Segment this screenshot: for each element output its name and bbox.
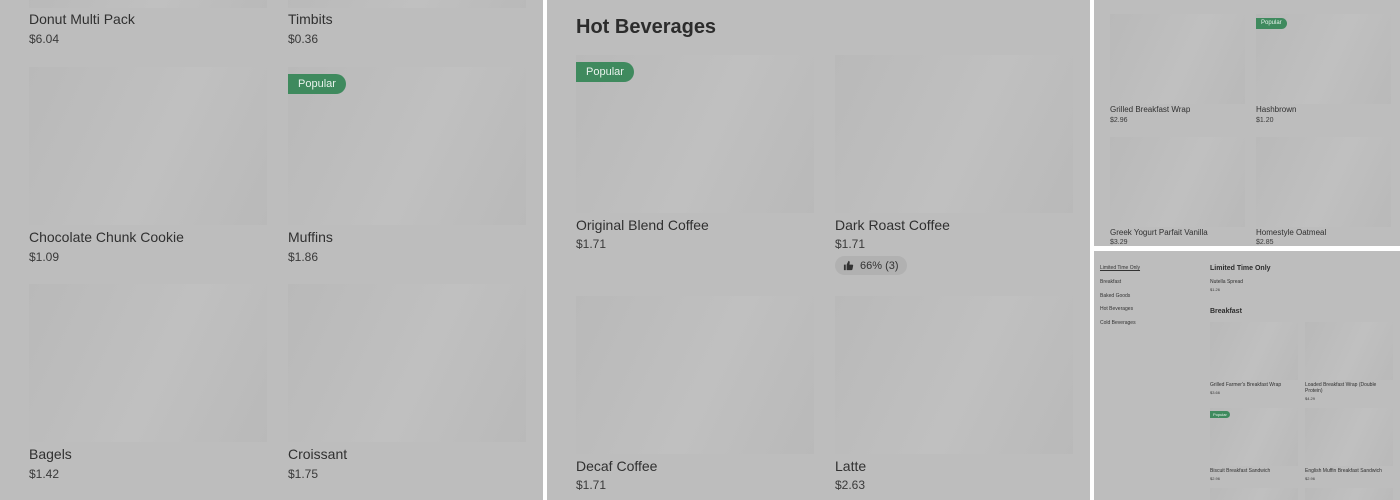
item-price: $3.66 — [1210, 390, 1221, 395]
item-name[interactable]: Decaf Coffee — [576, 458, 657, 474]
item-price: $1.42 — [29, 467, 60, 481]
rating-chip: 66% (3) — [835, 256, 907, 275]
item-name[interactable]: Muffins — [288, 229, 333, 245]
nav-item-hot-beverages[interactable]: Hot Beverages — [1100, 306, 1133, 312]
item-name[interactable]: Dark Roast Coffee — [835, 217, 950, 233]
popular-badge: Popular — [576, 62, 634, 82]
item-image[interactable] — [576, 296, 814, 454]
panel-baked-goods: Donut Multi Pack $6.04 Timbits $0.36 Cho… — [0, 0, 543, 500]
item-name[interactable]: Homestyle Oatmeal — [1256, 228, 1326, 237]
item-name[interactable]: Hashbrown — [1256, 105, 1296, 114]
item-name[interactable]: Grilled Farmer's Breakfast Wrap — [1210, 382, 1281, 388]
item-price: $2.96 — [1110, 117, 1128, 124]
section-heading: Hot Beverages — [576, 16, 717, 38]
item-name[interactable]: Bagels — [29, 446, 72, 462]
panel-hot-beverages: Hot Beverages Popular Original Blend Cof… — [547, 0, 1090, 500]
nav-item-cold-beverages[interactable]: Cold Beverages — [1100, 320, 1136, 326]
item-image[interactable] — [1110, 137, 1245, 227]
thumbs-up-icon — [843, 260, 854, 271]
item-price: $1.71 — [576, 237, 607, 251]
item-name[interactable]: Donut Multi Pack — [29, 11, 135, 27]
item-image[interactable] — [288, 284, 526, 442]
item-image[interactable] — [1210, 322, 1298, 380]
item-price: $3.29 — [1110, 239, 1128, 246]
item-name[interactable]: Loaded Breakfast Wrap (Double Protein) — [1305, 382, 1393, 394]
popular-badge: Popular — [288, 74, 346, 94]
item-name[interactable]: Timbits — [288, 11, 333, 27]
item-name[interactable]: Greek Yogurt Parfait Vanilla — [1110, 228, 1208, 237]
section-heading: Breakfast — [1210, 308, 1242, 315]
panel-breakfast-zoomed: Grilled Breakfast Wrap $2.96 Popular Has… — [1094, 0, 1400, 246]
nav-item-limited-time[interactable]: Limited Time Only — [1100, 265, 1140, 271]
item-price: $1.26 — [1210, 287, 1221, 292]
item-image[interactable] — [835, 296, 1073, 454]
item-price: $2.63 — [835, 478, 866, 492]
item-name[interactable]: Grilled Breakfast Wrap — [1110, 105, 1190, 114]
item-price: $1.09 — [29, 250, 60, 264]
item-price: $1.86 — [288, 250, 319, 264]
item-name[interactable]: Chocolate Chunk Cookie — [29, 229, 184, 245]
popular-badge: Popular — [1256, 18, 1287, 29]
popular-badge: Popular — [1210, 411, 1230, 418]
item-image[interactable] — [1256, 137, 1391, 227]
item-price: $1.71 — [576, 478, 607, 492]
item-name[interactable]: Latte — [835, 458, 866, 474]
item-image[interactable] — [835, 55, 1073, 213]
item-name[interactable]: Croissant — [288, 446, 347, 462]
rating-text: 66% (3) — [860, 259, 899, 272]
item-image[interactable] — [1305, 322, 1393, 380]
item-name[interactable]: Original Blend Coffee — [576, 217, 709, 233]
item-image[interactable] — [1110, 14, 1245, 104]
item-image[interactable] — [1305, 408, 1393, 466]
item-price: $6.04 — [29, 32, 60, 46]
item-price: $0.36 — [288, 32, 319, 46]
panel-menu-overview: Limited Time Only Breakfast Baked Goods … — [1094, 251, 1400, 500]
item-price: $2.85 — [1256, 239, 1274, 246]
item-name[interactable]: Nutella Spread — [1210, 279, 1243, 285]
item-price: $4.29 — [1305, 396, 1316, 401]
item-image[interactable] — [29, 284, 267, 442]
item-name[interactable]: Biscuit Breakfast Sandwich — [1210, 468, 1270, 474]
item-price: $1.71 — [835, 237, 866, 251]
item-name[interactable]: English Muffin Breakfast Sandwich — [1305, 468, 1382, 474]
nav-item-breakfast[interactable]: Breakfast — [1100, 279, 1121, 285]
item-price: $1.20 — [1256, 117, 1274, 124]
section-heading: Limited Time Only — [1210, 265, 1271, 272]
item-price: $2.96 — [1305, 476, 1316, 481]
nav-item-baked-goods[interactable]: Baked Goods — [1100, 293, 1130, 299]
item-image[interactable] — [29, 67, 267, 225]
item-price: $2.96 — [1210, 476, 1221, 481]
item-price: $1.75 — [288, 467, 319, 481]
